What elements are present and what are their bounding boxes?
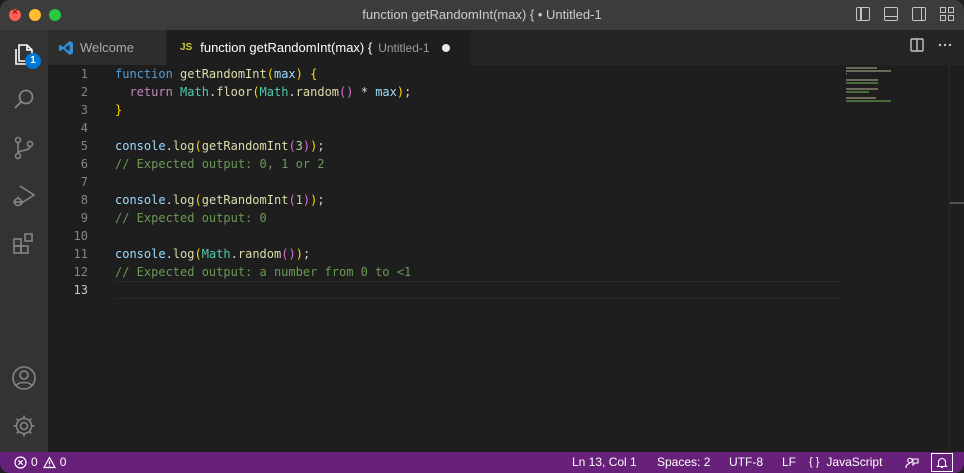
- scrollbar-cursor-marker: [950, 202, 964, 204]
- minimap-line: [846, 88, 878, 90]
- code-line[interactable]: [115, 173, 840, 191]
- line-number: 3: [80, 103, 88, 117]
- minimap-line: [846, 67, 877, 69]
- minimap-line: [846, 79, 878, 81]
- code-lines[interactable]: function getRandomInt(max) { return Math…: [115, 65, 840, 299]
- minimap-line: [846, 97, 876, 99]
- status-bar: 0 0 Ln 13, Col 1 Spaces: 2 UTF-8 LF { } …: [0, 452, 964, 473]
- vscode-window: × function getRandomInt(max) { • Untitle…: [0, 0, 964, 473]
- notifications-button[interactable]: [931, 453, 953, 472]
- code-line[interactable]: function getRandomInt(max) {: [115, 65, 840, 83]
- indentation-status[interactable]: Spaces: 2: [657, 452, 710, 473]
- warning-count: 0: [59, 455, 67, 469]
- run-debug-button[interactable]: [0, 172, 48, 220]
- error-icon: [14, 456, 27, 469]
- line-number: 10: [73, 229, 88, 243]
- editor-tab-bar: Welcome JS function getRandomInt(max) { …: [48, 30, 964, 65]
- code-line[interactable]: console.log(getRandomInt(3));: [115, 137, 840, 155]
- explorer-badge: 1: [25, 53, 41, 69]
- code-line[interactable]: console.log(Math.random());: [115, 245, 840, 263]
- tab-untitled-label: function getRandomInt(max) {: [200, 40, 373, 55]
- extensions-icon: [13, 233, 33, 254]
- code-line[interactable]: return Math.floor(Math.random() * max);: [115, 83, 840, 101]
- line-number: 6: [80, 157, 88, 171]
- customize-layout-icon[interactable]: [940, 7, 954, 21]
- search-button[interactable]: [0, 76, 48, 124]
- braces-icon: { }: [809, 456, 820, 468]
- cursor-position-status[interactable]: Ln 13, Col 1: [572, 452, 637, 473]
- code-line[interactable]: [115, 281, 840, 299]
- line-number: 4: [80, 121, 88, 135]
- toggle-panel-icon[interactable]: [884, 7, 898, 21]
- encoding-status[interactable]: UTF-8: [729, 452, 763, 473]
- feedback-icon: [905, 457, 919, 468]
- editor-scrollbar[interactable]: [949, 65, 964, 452]
- unsaved-dot-icon[interactable]: [441, 43, 450, 52]
- error-count: 0: [31, 455, 38, 469]
- line-number: 2: [80, 85, 88, 99]
- toggle-secondary-sidebar-icon[interactable]: [912, 7, 926, 21]
- line-number: 5: [80, 139, 88, 153]
- vscode-logo-icon: [59, 40, 73, 55]
- tab-welcome[interactable]: Welcome: [48, 30, 167, 65]
- activity-bar: 1: [0, 30, 48, 452]
- line-number: 8: [80, 193, 88, 207]
- line-number: 13: [73, 283, 88, 297]
- code-editor[interactable]: 1 2 3 4 5 6 7 8 9 10 11 12 13 function getRandomInt(…: [48, 65, 964, 452]
- language-mode-status[interactable]: { } JavaScript: [809, 452, 882, 473]
- source-control-button[interactable]: [0, 124, 48, 172]
- line-number-gutter: 1 2 3 4 5 6 7 8 9 10 11 12 13: [48, 65, 104, 299]
- line-number: 7: [80, 175, 88, 189]
- code-line[interactable]: [115, 119, 840, 137]
- language-label: JavaScript: [826, 455, 883, 469]
- feedback-button[interactable]: [904, 452, 919, 473]
- title-bar: × function getRandomInt(max) { • Untitle…: [0, 0, 964, 30]
- line-number: 11: [73, 247, 88, 261]
- tab-welcome-label: Welcome: [80, 40, 134, 55]
- minimap[interactable]: [846, 67, 906, 106]
- minimap-line: [846, 70, 891, 72]
- problems-status[interactable]: 0 0: [14, 452, 66, 473]
- warning-icon: [42, 456, 56, 469]
- source-control-icon: [14, 136, 34, 160]
- code-line[interactable]: [115, 227, 840, 245]
- editor-actions: [910, 38, 952, 52]
- window-title: function getRandomInt(max) { • Untitled-…: [362, 7, 602, 22]
- gear-icon: [13, 415, 35, 437]
- bell-icon: [936, 457, 948, 469]
- extensions-button[interactable]: [0, 220, 48, 268]
- code-line[interactable]: console.log(getRandomInt(1));: [115, 191, 840, 209]
- line-number: 9: [80, 211, 88, 225]
- code-line[interactable]: // Expected output: 0: [115, 209, 840, 227]
- code-line[interactable]: // Expected output: 0, 1 or 2: [115, 155, 840, 173]
- toggle-primary-sidebar-icon[interactable]: [856, 7, 870, 21]
- search-icon: [14, 89, 34, 109]
- line-number: 12: [73, 265, 88, 279]
- split-editor-icon[interactable]: [910, 38, 924, 52]
- explorer-button[interactable]: 1: [0, 30, 48, 78]
- account-icon: [12, 366, 36, 390]
- run-debug-icon: [13, 185, 36, 207]
- line-number: 1: [80, 67, 88, 81]
- accounts-button[interactable]: [0, 354, 48, 402]
- more-actions-icon[interactable]: [938, 38, 952, 52]
- javascript-file-icon: JS: [180, 42, 193, 53]
- minimap-line: [846, 82, 878, 84]
- layout-controls: [856, 7, 954, 21]
- tab-untitled-1[interactable]: JS function getRandomInt(max) { Untitled…: [167, 30, 471, 65]
- minimap-line: [846, 100, 891, 102]
- tab-untitled-description: Untitled-1: [378, 40, 430, 55]
- eol-status[interactable]: LF: [782, 452, 796, 473]
- code-line[interactable]: }: [115, 101, 840, 119]
- minimap-line: [846, 73, 848, 75]
- minimap-line: [846, 91, 870, 93]
- manage-button[interactable]: [0, 402, 48, 450]
- code-line[interactable]: // Expected output: a number from 0 to <…: [115, 263, 840, 281]
